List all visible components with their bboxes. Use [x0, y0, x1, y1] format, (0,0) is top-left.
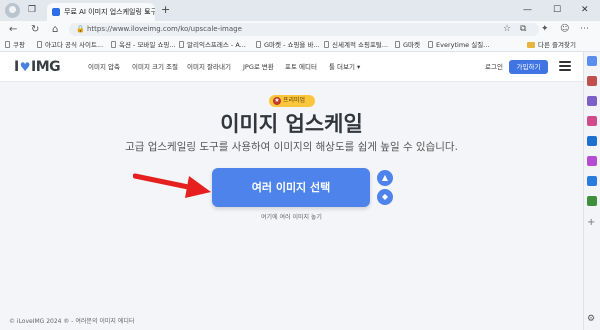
- page-icon: [324, 41, 329, 48]
- site-footer: © iLoveIMG 2024 ® - 여러분의 이미지 에디터: [9, 318, 135, 325]
- profile-icon[interactable]: ☺: [560, 23, 569, 36]
- site-header: I♥IMG 이미지 압축 이미지 크기 조절 이미지 잘라내기 JPG로 변환 …: [0, 52, 583, 82]
- copilot-icon[interactable]: [587, 156, 597, 166]
- more-menu-icon[interactable]: ⋯: [580, 23, 589, 36]
- site-logo[interactable]: I♥IMG: [14, 60, 61, 74]
- page-title: 이미지 업스케일: [220, 112, 363, 136]
- other-bookmarks-folder[interactable]: 다른 즐겨찾기: [527, 39, 576, 51]
- page-icon: [428, 41, 433, 48]
- nav-compress[interactable]: 이미지 압축: [88, 63, 120, 72]
- bookmark-item[interactable]: G마켓 - 쇼핑을 바...: [256, 39, 320, 51]
- page-icon: [5, 41, 10, 48]
- page-subtitle: 고급 업스케일링 도구를 사용하여 이미지의 해상도를 쉽게 높일 수 있습니다…: [125, 141, 458, 153]
- bookmark-item[interactable]: 알리익스프레스 - A...: [179, 39, 246, 51]
- signup-button[interactable]: 가입하기: [509, 60, 548, 74]
- drop-hint: 여기에 여러 이미지 놓기: [261, 214, 322, 221]
- red-arrow-icon: [133, 173, 211, 198]
- nav-convert-jpg[interactable]: JPG로 변환: [243, 63, 274, 72]
- page-icon: [256, 41, 261, 48]
- premium-badge: ★ 프리미엄: [269, 95, 315, 107]
- nav-resize[interactable]: 이미지 크기 조절: [132, 63, 178, 72]
- web-page: I♥IMG 이미지 압축 이미지 크기 조절 이미지 잘라내기 JPG로 변환 …: [0, 52, 583, 330]
- new-tab-button[interactable]: +: [161, 3, 170, 17]
- menu-icon[interactable]: [559, 61, 571, 71]
- tab-close-icon[interactable]: ×: [144, 3, 151, 21]
- site-favicon-icon: [52, 8, 60, 16]
- extensions-icon[interactable]: ✦: [541, 23, 549, 36]
- bookmark-item[interactable]: 아고다 공식 사이트...: [37, 39, 103, 51]
- search-icon[interactable]: [587, 56, 597, 66]
- premium-icon: ★: [273, 97, 281, 105]
- add-icon[interactable]: +: [587, 218, 595, 228]
- page-icon: [37, 41, 42, 48]
- minimize-button[interactable]: —: [523, 2, 532, 18]
- heart-icon: ♥: [19, 60, 31, 74]
- bookmark-item[interactable]: 신세계적 쇼핑포털...: [324, 39, 388, 51]
- dropbox-icon[interactable]: ◆: [377, 189, 393, 205]
- navigation-bar: ← ↻ ⌂ 🔒 https://www.iloveimg.com/ko/upsc…: [0, 21, 600, 38]
- back-icon[interactable]: ←: [9, 22, 17, 37]
- page-icon: [395, 41, 400, 48]
- tree-icon[interactable]: [587, 196, 597, 206]
- bookmarks-bar: 쿠팡 아고다 공식 사이트... 옥션 - 모바일 쇼핑... 알리익스프레스 …: [0, 38, 600, 52]
- profile-avatar[interactable]: [5, 3, 20, 18]
- bookmark-item[interactable]: Everytime 실질...: [428, 39, 489, 51]
- nav-crop[interactable]: 이미지 잘라내기: [187, 63, 231, 72]
- browser-sidebar: + ⚙: [583, 52, 600, 330]
- collections-icon[interactable]: ⧉: [520, 23, 526, 36]
- lock-icon: 🔒: [76, 25, 85, 33]
- folder-icon: [527, 42, 535, 48]
- reload-icon[interactable]: ↻: [31, 22, 39, 37]
- select-images-button[interactable]: 여러 이미지 선택: [212, 168, 370, 207]
- login-link[interactable]: 로그인: [485, 63, 503, 72]
- favorite-star-icon[interactable]: ☆: [503, 23, 511, 36]
- active-tab[interactable]: 무료 AI 이미지 업스케일링 도구 ×: [47, 3, 155, 21]
- tab-strip: ❐ 무료 AI 이미지 업스케일링 도구 × + — ☐ ✕: [0, 0, 600, 21]
- page-icon: [111, 41, 116, 48]
- home-icon[interactable]: ⌂: [52, 22, 58, 37]
- bookmark-item[interactable]: 옥션 - 모바일 쇼핑...: [111, 39, 176, 51]
- bookmark-item[interactable]: 쿠팡: [5, 39, 25, 51]
- send-icon[interactable]: [587, 176, 597, 186]
- nav-more-tools[interactable]: 툴 더보기 ▾: [329, 63, 360, 72]
- nav-photo-editor[interactable]: 포토 에디터: [285, 63, 317, 72]
- close-window-button[interactable]: ✕: [581, 2, 589, 18]
- tools-icon[interactable]: [587, 96, 597, 106]
- tab-actions-icon[interactable]: ❐: [24, 3, 40, 18]
- games-icon[interactable]: [587, 116, 597, 126]
- tab-title: 무료 AI 이미지 업스케일링 도구: [64, 8, 155, 16]
- bookmark-item[interactable]: G마켓: [395, 39, 420, 51]
- maximize-button[interactable]: ☐: [553, 2, 561, 18]
- google-drive-icon[interactable]: ▲: [377, 170, 393, 186]
- outlook-icon[interactable]: [587, 136, 597, 146]
- page-icon: [179, 41, 184, 48]
- settings-icon[interactable]: ⚙: [587, 314, 595, 324]
- address-bar[interactable]: 🔒 https://www.iloveimg.com/ko/upscale-im…: [69, 23, 539, 36]
- url-text: https://www.iloveimg.com/ko/upscale-imag…: [87, 25, 242, 33]
- shopping-icon[interactable]: [587, 76, 597, 86]
